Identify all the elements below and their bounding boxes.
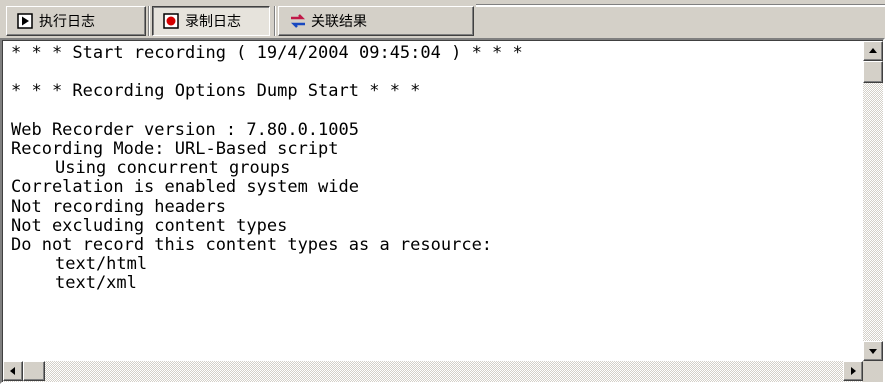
log-line: Web Recorder version : 7.80.0.1005 — [11, 119, 359, 140]
arrow-right-icon — [851, 367, 856, 375]
tab-execution-log[interactable]: 执行日志 — [6, 6, 146, 36]
log-line: Not excluding content types — [11, 215, 288, 236]
arrow-down-icon — [869, 349, 877, 354]
tab-strip-edge — [476, 4, 885, 7]
scroll-down-button[interactable] — [863, 341, 883, 361]
recording-log-pane: * * * Start recording ( 19/4/2004 09:45:… — [0, 38, 885, 384]
log-viewport: * * * Start recording ( 19/4/2004 09:45:… — [2, 40, 883, 382]
tab-execution-log-label: 执行日志 — [39, 14, 95, 30]
log-line: Using concurrent groups — [55, 158, 291, 179]
tab-correlation-results-label: 关联结果 — [311, 14, 367, 30]
tab-separator — [274, 6, 276, 36]
tab-separator — [148, 6, 150, 36]
log-line: text/xml — [55, 273, 137, 294]
horizontal-scrollbar[interactable] — [3, 361, 863, 382]
horizontal-scroll-thumb[interactable] — [23, 361, 45, 381]
log-line: Correlation is enabled system wide — [11, 177, 359, 198]
log-line: * * * Start recording ( 19/4/2004 09:45:… — [11, 44, 523, 63]
scroll-right-button[interactable] — [843, 361, 863, 381]
record-log-icon — [163, 13, 179, 29]
play-log-icon — [17, 13, 33, 29]
scroll-up-button[interactable] — [863, 41, 883, 61]
log-tab-strip: 执行日志 录制日志 关联结果 — [0, 0, 885, 38]
tab-recording-log[interactable]: 录制日志 — [152, 6, 270, 36]
log-line: Recording Mode: URL-Based script — [11, 138, 339, 159]
scroll-left-button[interactable] — [3, 361, 23, 381]
arrow-left-icon — [10, 367, 15, 375]
vertical-scroll-thumb[interactable] — [863, 61, 883, 83]
arrow-up-icon — [869, 48, 877, 53]
log-line: * * * Recording Options Dump Start * * * — [11, 81, 421, 102]
recording-log-text[interactable]: * * * Start recording ( 19/4/2004 09:45:… — [11, 44, 851, 340]
log-line: Not recording headers — [11, 196, 226, 217]
log-line: Do not record this content types as a re… — [11, 234, 493, 255]
scrollbar-corner — [863, 361, 883, 382]
vertical-scrollbar[interactable] — [863, 41, 883, 361]
tab-recording-log-label: 录制日志 — [185, 14, 241, 30]
tab-correlation-results[interactable]: 关联结果 — [278, 6, 474, 36]
correlation-icon — [289, 13, 306, 29]
log-line: text/html — [55, 254, 148, 275]
